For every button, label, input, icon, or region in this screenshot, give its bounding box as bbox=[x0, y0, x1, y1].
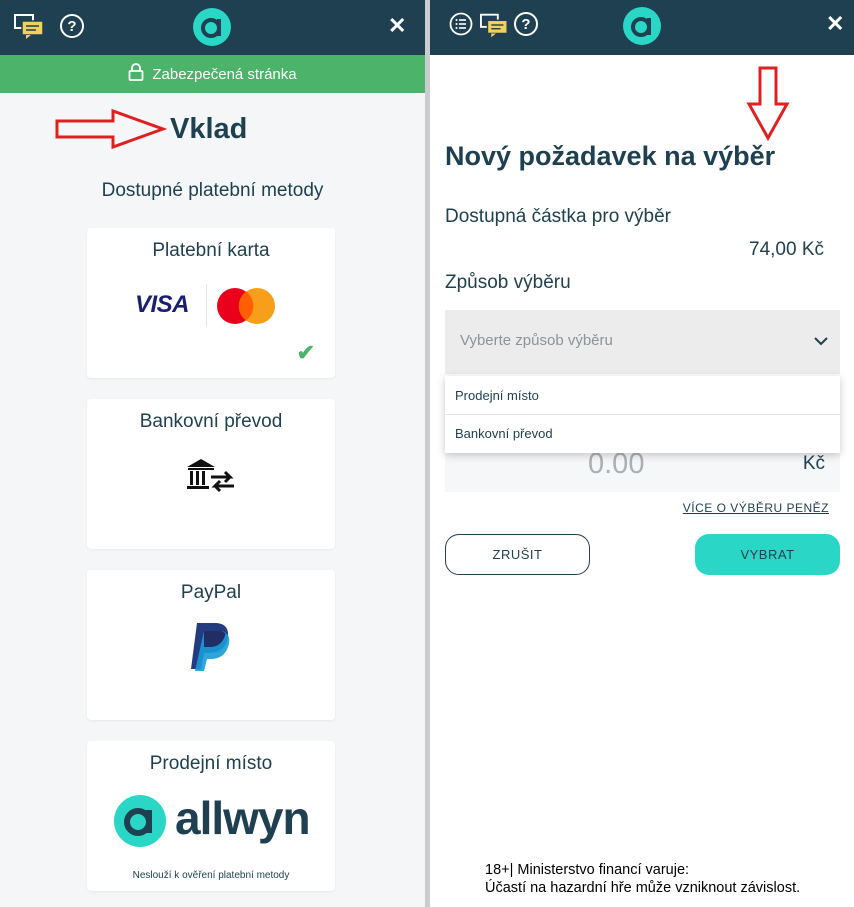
page-title: Nový požadavek na výběr bbox=[445, 141, 776, 171]
select-placeholder: Vyberte způsob výběru bbox=[460, 332, 613, 349]
allwyn-wordmark: allwyn bbox=[175, 792, 311, 844]
bank-transfer-method[interactable]: Bankovní převod bbox=[87, 399, 335, 549]
allwyn-logo bbox=[192, 7, 232, 47]
annotation-arrow-right bbox=[55, 108, 167, 150]
mastercard-icon bbox=[217, 288, 275, 324]
method-title: Prodejní místo bbox=[149, 753, 273, 774]
chat-icon[interactable] bbox=[14, 13, 46, 39]
payment-card-method[interactable]: Platební karta VISA ✔ bbox=[87, 228, 335, 378]
list-icon[interactable] bbox=[449, 12, 473, 36]
help-icon[interactable]: ? bbox=[60, 14, 84, 38]
lock-icon bbox=[128, 63, 144, 85]
chat-icon[interactable] bbox=[480, 12, 510, 38]
section-subtitle: Dostupné platební metody bbox=[101, 180, 324, 201]
method-title: Platební karta bbox=[152, 240, 270, 261]
withdrawal-panel: ? ✕ Nový požadavek na výběr Dostupná čás… bbox=[430, 0, 854, 907]
paypal-icon bbox=[191, 623, 230, 671]
available-amount: 74,00 Kč bbox=[749, 239, 824, 260]
retail-point-method[interactable]: Prodejní místo allwyn Neslouží k ověření… bbox=[87, 741, 335, 891]
left-header: ? ✕ bbox=[0, 0, 425, 55]
cancel-button[interactable]: ZRUŠIT bbox=[445, 534, 590, 575]
paypal-method[interactable]: PayPal bbox=[87, 570, 335, 720]
right-header: ? ✕ bbox=[430, 0, 854, 55]
warning-line-1: 18+| Ministerstvo financí varuje: bbox=[485, 862, 690, 878]
dropdown-option-bank[interactable]: Bankovní převod bbox=[445, 414, 840, 452]
available-label: Dostupná částka pro výběr bbox=[445, 206, 672, 227]
annotation-arrow-down bbox=[746, 66, 790, 142]
allwyn-logo bbox=[622, 6, 662, 46]
deposit-panel: ? ✕ Zabezpečená stránka Vklad Dostupné p… bbox=[0, 0, 425, 907]
secure-banner: Zabezpečená stránka bbox=[0, 55, 425, 93]
secure-banner-text: Zabezpečená stránka bbox=[152, 65, 297, 83]
method-title: PayPal bbox=[180, 582, 242, 603]
method-note: Neslouží k ověření platební metody bbox=[132, 870, 290, 881]
help-icon[interactable]: ? bbox=[514, 12, 538, 36]
withdrawal-method-select[interactable]: Vyberte způsob výběru bbox=[445, 310, 840, 374]
selected-check-icon: ✔ bbox=[296, 340, 315, 365]
close-icon[interactable]: ✕ bbox=[826, 11, 844, 37]
chevron-down-icon bbox=[814, 337, 828, 346]
method-dropdown: Prodejní místo Bankovní převod bbox=[445, 376, 840, 453]
dropdown-option-retail[interactable]: Prodejní místo bbox=[445, 376, 840, 414]
method-label: Způsob výběru bbox=[445, 272, 571, 293]
screenshot: ? ✕ Zabezpečená stránka Vklad Dostupné p… bbox=[0, 0, 854, 907]
withdraw-button[interactable]: VYBRAT bbox=[695, 534, 840, 575]
visa-logo: VISA bbox=[135, 291, 190, 318]
warning-line-2: Účastí na hazardní hře může vzniknout zá… bbox=[485, 880, 801, 896]
more-info-link[interactable]: VÍCE O VÝBĚRU PENĚZ bbox=[683, 501, 829, 515]
close-icon[interactable]: ✕ bbox=[388, 13, 406, 39]
method-title: Bankovní převod bbox=[139, 411, 283, 432]
allwyn-a-icon bbox=[114, 795, 166, 847]
page-title: Vklad bbox=[170, 113, 248, 145]
gambling-warning: 18+| Ministerstvo financí varuje: Účastí… bbox=[485, 861, 854, 897]
currency-label: Kč bbox=[802, 453, 825, 474]
logo-divider bbox=[206, 284, 207, 326]
bank-transfer-icon bbox=[187, 459, 234, 493]
